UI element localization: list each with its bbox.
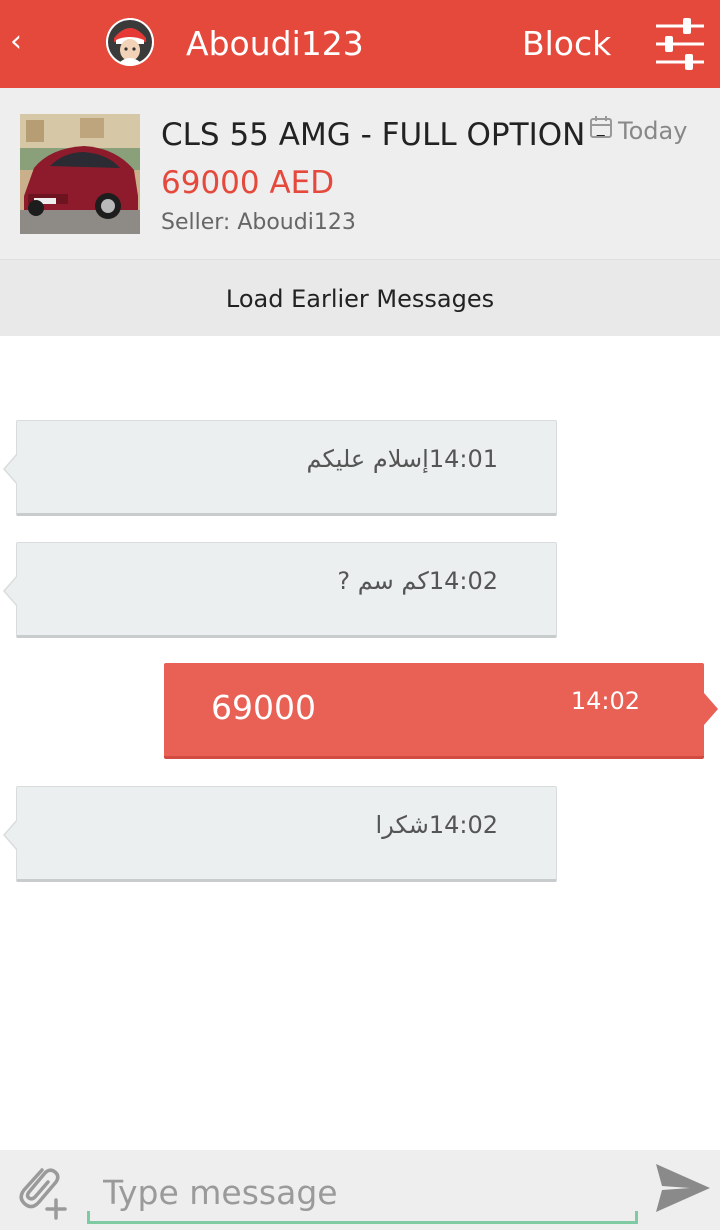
calendar-icon bbox=[590, 114, 612, 148]
message-content: 14:02كم سم ? bbox=[337, 565, 498, 597]
listing-price: 69000 AED bbox=[161, 165, 335, 201]
message-content: 14:02شكرا bbox=[376, 809, 498, 841]
listing-date: Today bbox=[590, 114, 687, 148]
message-time: 14:02 bbox=[428, 811, 498, 839]
back-chevron-icon[interactable]: ‹ bbox=[10, 24, 22, 60]
sliders-icon[interactable] bbox=[652, 16, 708, 72]
message-text: إسلام عليكم bbox=[306, 445, 429, 473]
chat-title: Aboudi123 bbox=[186, 24, 364, 63]
message-text: كم سم ? bbox=[337, 567, 429, 595]
user-avatar[interactable] bbox=[106, 18, 154, 66]
incoming-message-bubble[interactable]: 14:02كم سم ? bbox=[3, 542, 557, 638]
top-app-bar: ‹ Aboudi123 Block bbox=[0, 0, 720, 88]
listing-summary[interactable]: CLS 55 AMG - FULL OPTION - Today 69000 A… bbox=[0, 88, 720, 260]
message-input-wrapper bbox=[87, 1162, 638, 1224]
message-text: شكرا bbox=[375, 811, 429, 839]
send-icon[interactable] bbox=[652, 1158, 712, 1218]
listing-title: CLS 55 AMG - FULL OPTION - bbox=[161, 117, 607, 153]
incoming-message-bubble[interactable]: 14:01إسلام عليكم bbox=[3, 420, 557, 516]
message-time: 14:02 bbox=[570, 687, 640, 715]
message-time: 14:01 bbox=[428, 445, 498, 473]
listing-date-label: Today bbox=[618, 117, 688, 145]
message-time: 14:02 bbox=[428, 567, 498, 595]
message-list: 14:01إسلام عليكم 14:02كم سم ? 69000 14:0… bbox=[0, 336, 720, 1148]
incoming-message-bubble[interactable]: 14:02شكرا bbox=[3, 786, 557, 882]
message-text: 69000 bbox=[211, 688, 316, 727]
block-button[interactable]: Block bbox=[522, 22, 611, 66]
car-thumbnail[interactable] bbox=[20, 114, 140, 234]
listing-seller: Seller: Aboudi123 bbox=[161, 210, 356, 235]
load-earlier-button[interactable]: Load Earlier Messages bbox=[0, 260, 720, 336]
message-input[interactable] bbox=[103, 1170, 623, 1214]
message-content: 14:01إسلام عليكم bbox=[307, 443, 499, 475]
message-composer bbox=[0, 1150, 720, 1230]
paperclip-add-icon[interactable] bbox=[12, 1160, 70, 1220]
outgoing-message-bubble[interactable]: 69000 14:02 bbox=[164, 663, 718, 759]
